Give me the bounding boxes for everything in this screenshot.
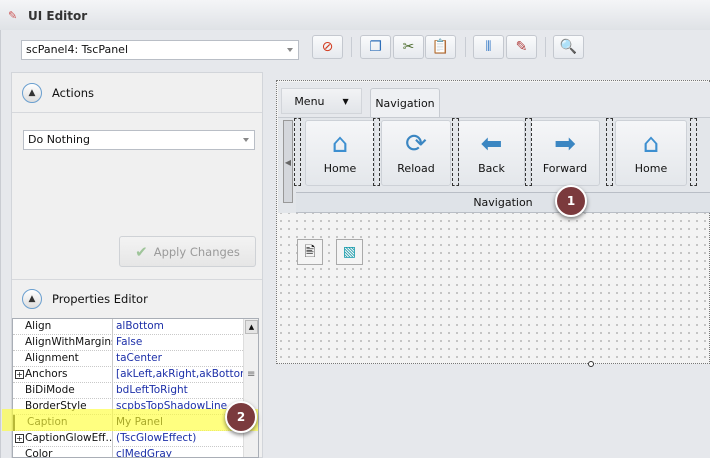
property-value[interactable]: clMedGray (114, 447, 244, 457)
collapse-icon[interactable]: ▲ (22, 82, 42, 103)
nav-button-home[interactable]: ⌂ Home (305, 120, 375, 186)
copy-button[interactable]: ❐ (360, 35, 391, 59)
nav-button-label: Reload (397, 162, 435, 175)
toolbar-separator (465, 37, 466, 57)
separator-selection (373, 118, 380, 186)
property-row[interactable]: + CaptionGlowEff... (TscGlowEffect) (13, 431, 243, 447)
property-value[interactable]: alBottom (114, 319, 244, 335)
form-cursor-icon[interactable]: 🖹 (297, 239, 323, 265)
tab-menu-label: Menu (294, 94, 325, 108)
separator-selection (294, 118, 301, 186)
edit-button[interactable]: ✎ (506, 35, 537, 59)
separator-selection (452, 118, 459, 186)
property-name: Alignment (13, 351, 113, 367)
property-scrollbar[interactable]: ▲ ≡ (243, 319, 258, 457)
scroll-grip-icon[interactable]: ≡ (247, 369, 255, 380)
nav-button-reload[interactable]: ⟳ Reload (381, 120, 451, 186)
component-select[interactable]: scPanel4: TscPanel (21, 40, 299, 60)
window-title: UI Editor (28, 9, 88, 23)
property-value[interactable]: [akLeft,akRight,akBottom] (114, 367, 244, 383)
component-select-value: scPanel4: TscPanel (26, 43, 129, 56)
image-list-icon[interactable]: ▧ (336, 239, 363, 265)
property-value[interactable]: (TscGlowEffect) (114, 431, 244, 447)
tab-strip: Menu ▼ Navigation (278, 82, 710, 118)
reload-icon: ⟳ (405, 129, 427, 159)
property-name: Anchors (13, 367, 113, 383)
property-row[interactable]: Color clMedGray (13, 447, 244, 457)
search-button[interactable]: 🔍 (553, 35, 584, 59)
property-value[interactable]: bdLeftToRight (114, 383, 244, 399)
copy-icon: ❐ (369, 39, 382, 55)
paste-icon: 📋 (431, 39, 450, 55)
separator-selection (690, 118, 697, 186)
property-row[interactable]: BiDiMode bdLeftToRight (13, 383, 243, 399)
toolbar-separator (545, 37, 546, 57)
property-row[interactable]: + Anchors [akLeft,akRight,akBottom] (13, 367, 244, 383)
caption-highlight (2, 409, 258, 431)
forward-icon: ➡ (554, 129, 576, 159)
align-button[interactable]: ⫴ (473, 35, 504, 59)
navigation-group-caption: Navigation (296, 192, 710, 213)
property-name: AlignWithMargins (13, 335, 113, 351)
home-icon: ⌂ (331, 129, 349, 159)
nav-button-label: Home (323, 162, 357, 175)
search-icon: 🔍 (559, 39, 578, 55)
stop-button[interactable]: ⊘ (312, 35, 343, 59)
apply-changes-button[interactable]: ✔ Apply Changes (119, 236, 256, 267)
scroll-up-icon[interactable]: ▲ (245, 320, 258, 334)
home-icon: ⌂ (642, 129, 660, 159)
property-name: BiDiMode (13, 383, 113, 399)
property-row[interactable]: Align alBottom (13, 319, 243, 335)
nav-button-back[interactable]: ⬅ Back (458, 120, 525, 186)
stop-icon: ⊘ (321, 39, 334, 55)
nav-button-label: Back (478, 162, 505, 175)
tab-menu[interactable]: Menu ▼ (281, 88, 362, 114)
properties-header[interactable]: ▲ Properties Editor (12, 279, 262, 319)
chevron-down-icon (243, 138, 249, 142)
back-icon: ⬅ (480, 129, 503, 159)
edit-icon: ✎ (515, 39, 528, 55)
property-grid: Align alBottom AlignWithMargins False Alignm… (12, 318, 259, 458)
paste-button[interactable]: 📋 (425, 35, 456, 59)
nav-button-forward[interactable]: ➡ Forward (530, 120, 600, 186)
apply-changes-label: Apply Changes (153, 244, 240, 259)
align-icon: ⫴ (485, 39, 492, 55)
toolbar-separator (351, 37, 352, 57)
property-value[interactable]: taCenter (114, 351, 244, 367)
resize-handle[interactable] (588, 361, 594, 367)
collapse-icon[interactable]: ▲ (22, 289, 42, 309)
property-row[interactable]: AlignWithMargins False (13, 335, 243, 351)
nav-button-label: Forward (542, 162, 588, 175)
callout-1: 1 (555, 185, 587, 217)
actions-header[interactable]: ▲ Actions (12, 73, 262, 113)
separator-selection (525, 118, 532, 186)
cut-button[interactable]: ✂ (393, 35, 424, 59)
nav-button-label: Home (634, 162, 668, 175)
scroll-left-icon[interactable]: ◀ (283, 120, 293, 203)
title-bar: ✎ UI Editor (0, 0, 710, 30)
dropdown-icon: ▼ (342, 96, 349, 106)
property-name: Color (13, 447, 113, 457)
checkmark-icon: ✔ (135, 242, 148, 261)
callout-2: 2 (225, 401, 257, 433)
property-row[interactable]: Alignment taCenter (13, 351, 243, 367)
actions-title: Actions (52, 85, 95, 100)
separator-selection (606, 118, 613, 186)
properties-title: Properties Editor (52, 292, 148, 306)
action-select[interactable]: Do Nothing (23, 130, 255, 150)
nav-button-home[interactable]: ⌂ Home (615, 120, 687, 186)
chevron-down-icon (287, 48, 293, 52)
action-select-value: Do Nothing (28, 133, 90, 146)
property-name: CaptionGlowEff... (13, 431, 113, 447)
tab-navigation[interactable]: Navigation (370, 88, 440, 118)
app-icon: ✎ (8, 9, 18, 22)
property-name: Align (13, 319, 113, 335)
property-value[interactable]: False (114, 335, 244, 351)
cut-icon: ✂ (402, 39, 415, 55)
tab-navigation-label: Navigation (375, 97, 435, 110)
